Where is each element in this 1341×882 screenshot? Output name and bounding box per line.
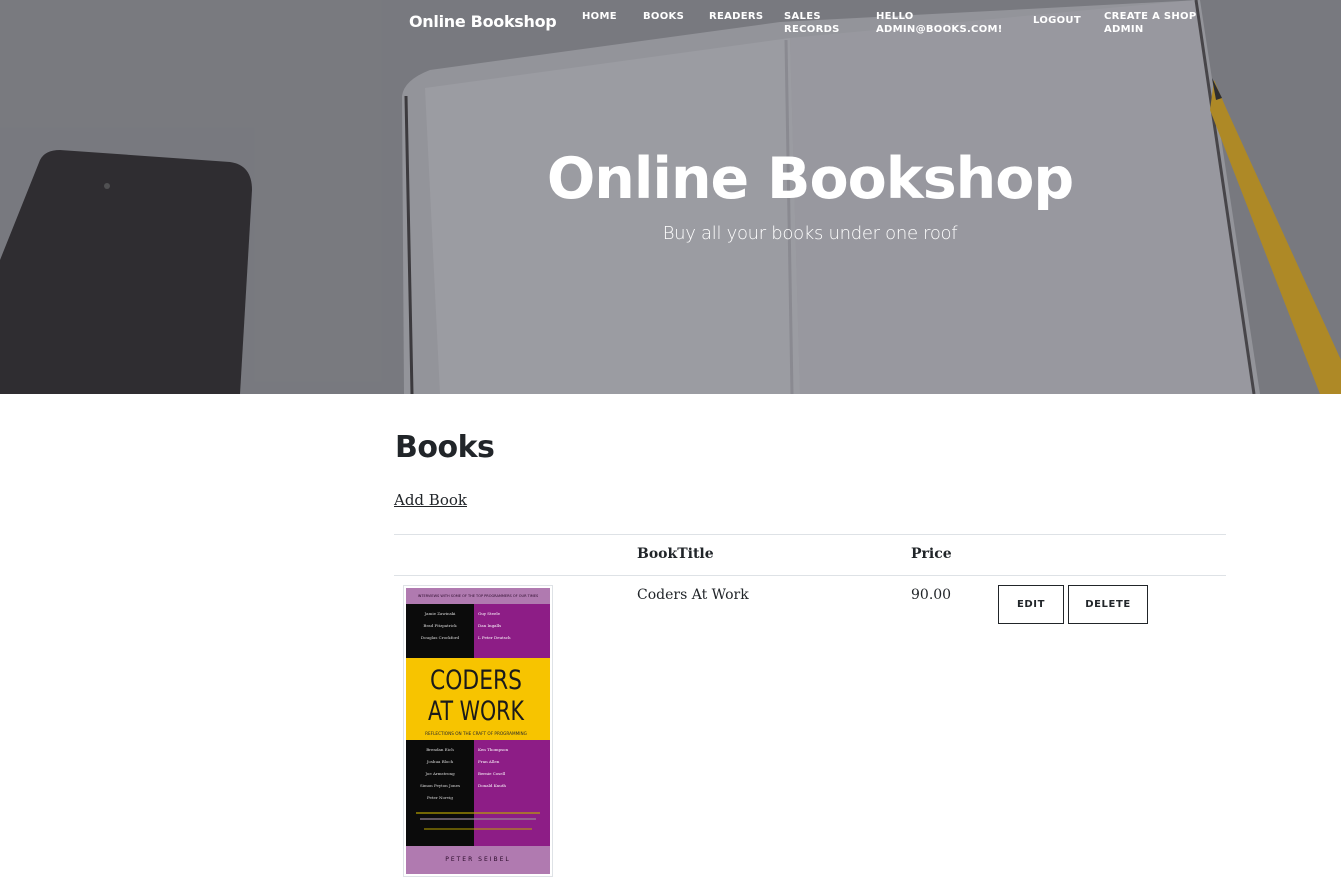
table-header-row: BookTitle Price (394, 534, 1226, 576)
hero-banner: Online Bookshop Home Books Readers Sales… (0, 0, 1341, 394)
cover-title-line1: CODERS (430, 665, 522, 696)
nav-readers[interactable]: Readers (709, 10, 763, 23)
nav-create-shop-admin[interactable]: Create A Shop Admin (1104, 10, 1199, 36)
nav-logout[interactable]: Logout (1033, 14, 1081, 27)
cover-name: Jamie Zawinski (424, 611, 457, 616)
hero-title: Online Bookshop (546, 146, 1074, 212)
cover-name: Fran Allen (478, 759, 500, 764)
cover-name: Douglas Crockford (421, 635, 460, 640)
cover-name: Brendan Eich (426, 747, 454, 752)
nav-sales-records[interactable]: Sales Records (784, 10, 854, 36)
table-row: INTERVIEWS WITH SOME OF THE TOP PROGRAMM… (394, 576, 1226, 882)
cover-name: Guy Steele (478, 611, 501, 616)
column-header-booktitle: BookTitle (637, 546, 714, 562)
cover-tagline: REFLECTIONS ON THE CRAFT OF PROGRAMMING (425, 731, 527, 736)
column-header-price: Price (911, 546, 952, 562)
cover-name: Donald Knuth (478, 783, 506, 788)
hero-subtitle: Buy all your books under one roof (662, 223, 958, 244)
book-title-cell: Coders At Work (637, 587, 749, 603)
cover-title-line2: AT WORK (428, 696, 525, 727)
cover-name: Simon Peyton Jones (420, 783, 460, 788)
cover-author: PETER SEIBEL (445, 856, 511, 863)
edit-button[interactable]: Edit (998, 585, 1064, 624)
page-title: Books (395, 430, 495, 465)
nav-books[interactable]: Books (643, 10, 684, 23)
delete-button[interactable]: Delete (1068, 585, 1148, 624)
cover-name: Bernie Cosell (478, 771, 506, 776)
book-price-cell: 90.00 (911, 587, 952, 603)
book-cover-thumbnail: INTERVIEWS WITH SOME OF THE TOP PROGRAMM… (403, 585, 553, 877)
cover-name: Dan Ingalls (478, 623, 501, 628)
cover-name: Joshua Bloch (426, 759, 454, 764)
cover-name: L Peter Deutsch (478, 635, 511, 640)
nav-home[interactable]: Home (582, 10, 617, 23)
cover-name: Brad Fitzpatrick (423, 623, 457, 628)
add-book-link[interactable]: Add Book (394, 491, 467, 509)
cover-name: Peter Norvig (427, 795, 453, 800)
nav-user-greeting[interactable]: Hello admin@books.com! (876, 10, 1006, 36)
cover-name: Ken Thompson (478, 747, 509, 752)
brand-link[interactable]: Online Bookshop (409, 12, 557, 31)
cover-top-banner: INTERVIEWS WITH SOME OF THE TOP PROGRAMM… (418, 594, 539, 598)
top-navbar: Online Bookshop Home Books Readers Sales… (0, 0, 1341, 60)
cover-name: Joe Armstrong (424, 771, 455, 776)
book-cover-image: INTERVIEWS WITH SOME OF THE TOP PROGRAMM… (406, 588, 550, 874)
